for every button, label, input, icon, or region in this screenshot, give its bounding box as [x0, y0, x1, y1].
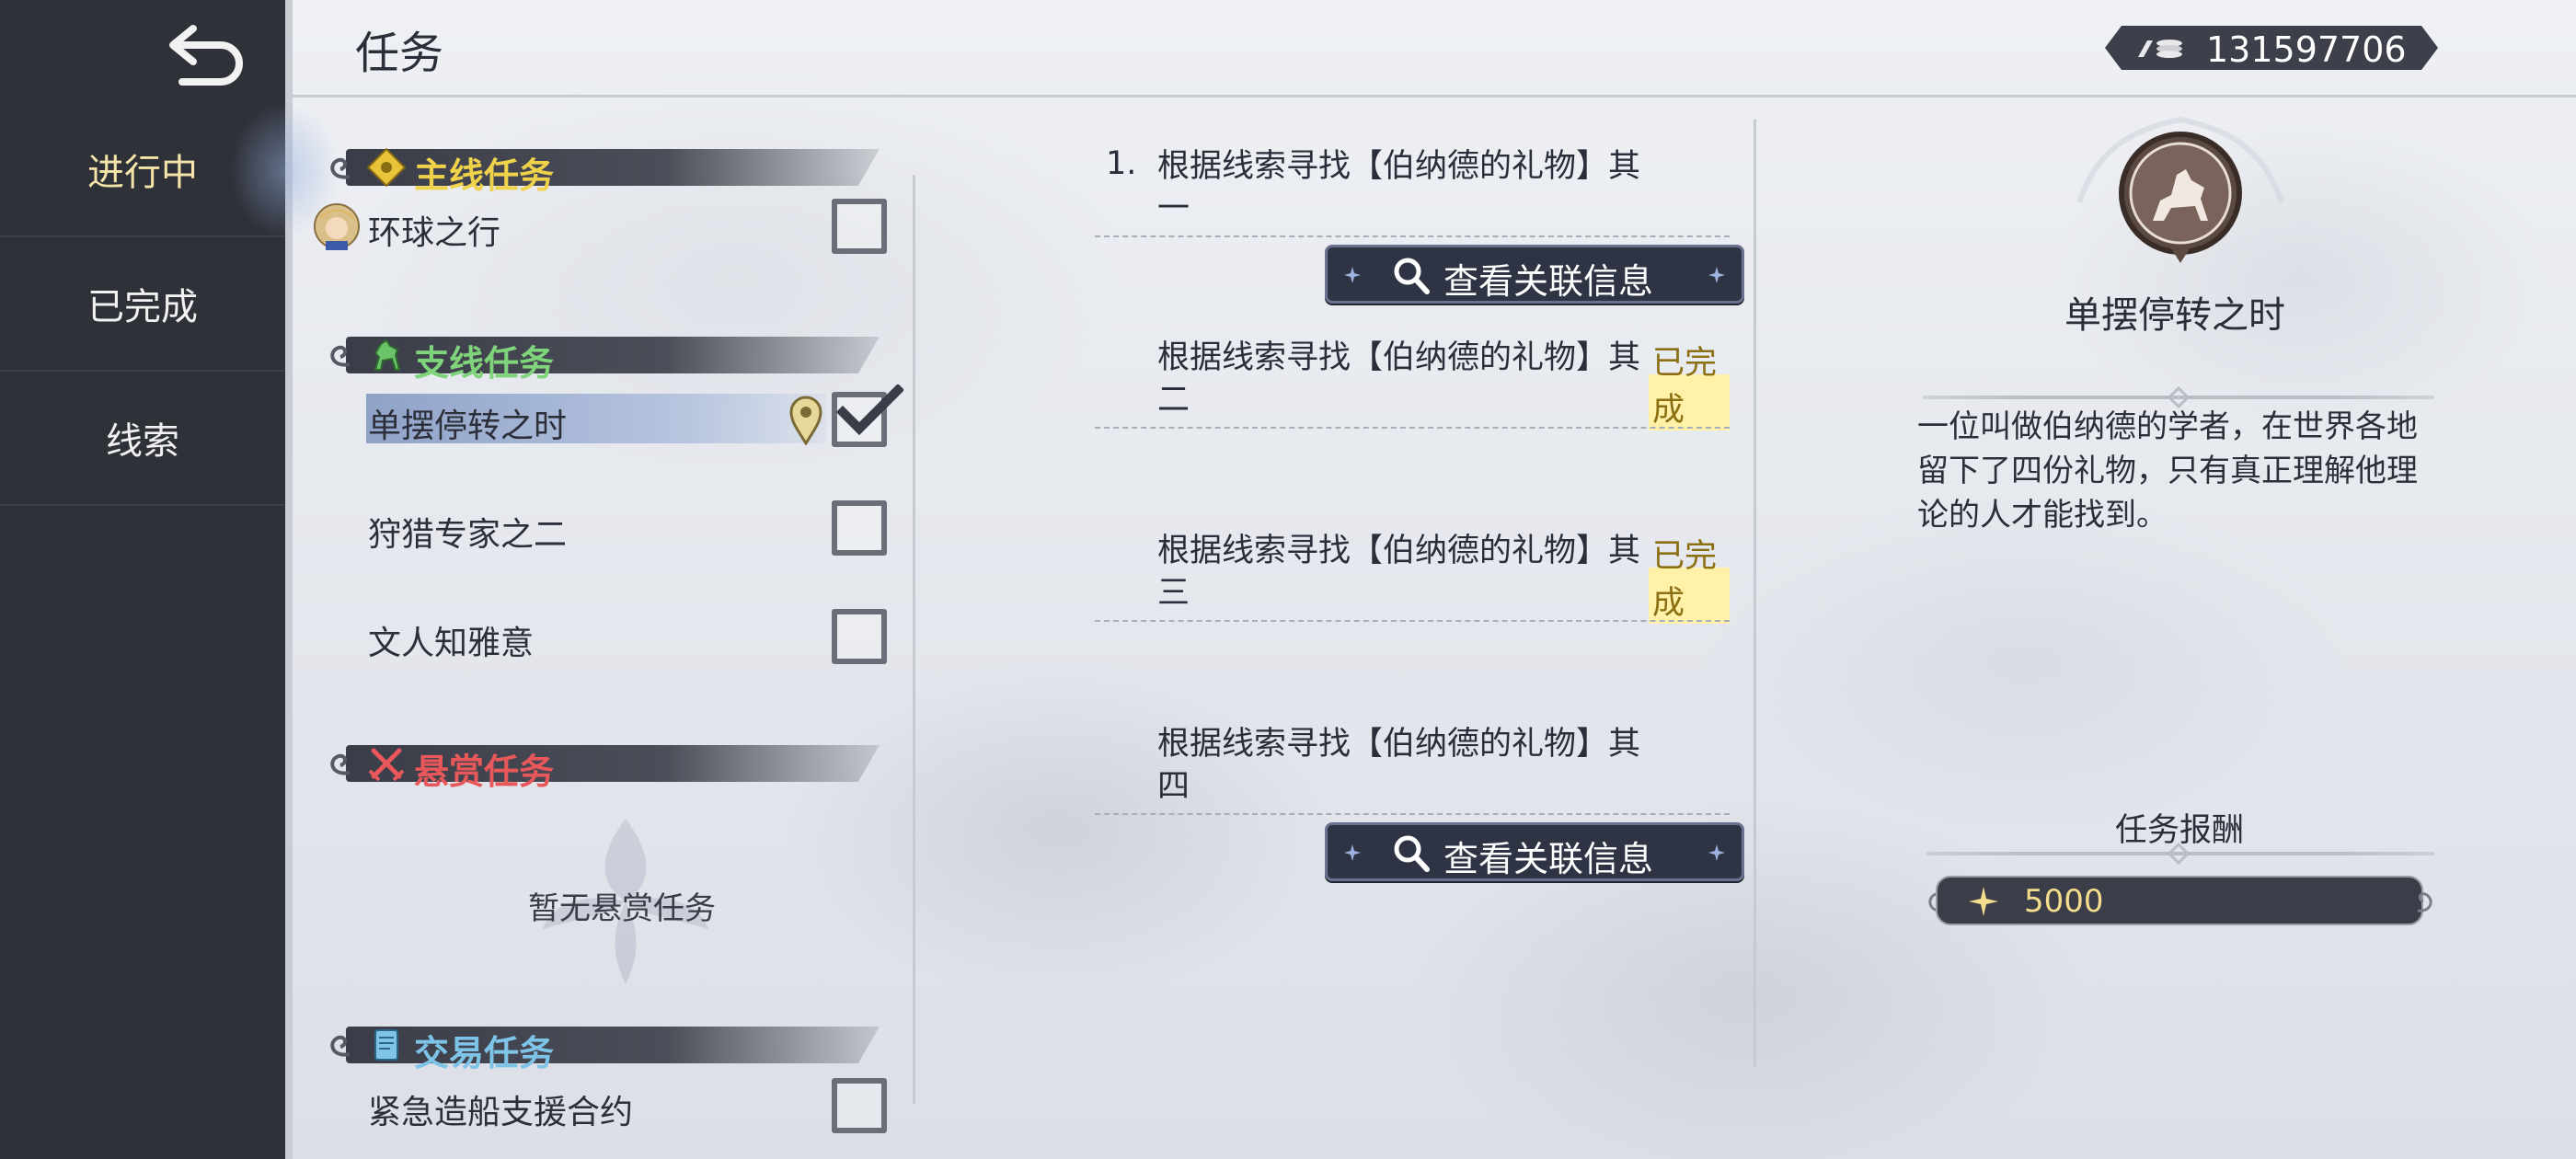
quest-checkbox[interactable]: [832, 1078, 887, 1133]
magnifier-icon: [1394, 835, 1430, 872]
completed-badge: 已完成: [1649, 337, 1730, 430]
sparkle-icon: [1708, 267, 1725, 283]
location-pin-icon[interactable]: [788, 394, 824, 445]
objective-line: 二: [1157, 382, 1190, 419]
currency-display: 131597706: [2105, 26, 2438, 70]
dashed-divider: [1095, 427, 1730, 429]
back-arrow-icon: [169, 25, 243, 86]
coin-stack-icon: [2134, 35, 2190, 63]
column-divider: [1754, 120, 1756, 1067]
sparkle-icon: [1344, 267, 1361, 283]
nav-tab-in-progress[interactable]: 进行中: [0, 103, 285, 237]
quest-checkbox[interactable]: [832, 500, 887, 556]
nav-tab-label: 线索: [106, 420, 179, 463]
sparkle-icon: [1344, 844, 1361, 861]
quest-checkbox[interactable]: [832, 199, 887, 254]
objective-text: 根据线索寻找【伯纳德的礼物】其 四: [1157, 723, 1673, 808]
section-header-bounty: 悬赏任务: [322, 740, 892, 792]
character-avatar-icon: [314, 203, 360, 250]
column-divider: [913, 175, 915, 1104]
objective-text: 根据线索寻找【伯纳德的礼物】其 三: [1157, 530, 1673, 614]
quest-item[interactable]: 紧急造船支援合约: [368, 1078, 911, 1133]
quest-label: 狩猎专家之二: [368, 516, 568, 554]
dashed-divider: [1095, 813, 1730, 815]
view-related-info-button[interactable]: 查看关联信息: [1325, 245, 1744, 304]
section-header-main: 主线任务: [322, 143, 892, 196]
main-quest-icon: [366, 147, 407, 188]
button-label: 查看关联信息: [1443, 261, 1654, 302]
quest-label: 环球之行: [368, 214, 501, 252]
nav-tab-clues[interactable]: 线索: [0, 372, 285, 506]
section-label: 主线任务: [414, 155, 555, 196]
dashed-divider: [1095, 620, 1730, 622]
checkmark-icon: [835, 384, 903, 436]
nav-tab-completed[interactable]: 已完成: [0, 237, 285, 372]
section-header-trade: 交易任务: [322, 1021, 892, 1073]
sparkle-icon: [1969, 887, 1998, 916]
objective-line: 一: [1157, 190, 1190, 227]
nav-tab-label: 进行中: [87, 152, 198, 194]
view-related-info-button[interactable]: 查看关联信息: [1325, 822, 1744, 881]
objective-line: 根据线索寻找【伯纳德的礼物】其: [1157, 339, 1641, 376]
scroll-curl-icon: [2417, 892, 2432, 912]
magnifier-icon: [1394, 258, 1430, 294]
reward-bar: 5000: [1936, 876, 2423, 925]
objective-line: 根据线索寻找【伯纳德的礼物】其: [1157, 533, 1641, 569]
section-label: 悬赏任务: [414, 752, 555, 792]
back-button[interactable]: [156, 13, 258, 96]
quest-item[interactable]: 狩猎专家之二: [368, 500, 911, 556]
objective-number: 1.: [1106, 145, 1137, 182]
section-header-side: 支线任务: [322, 331, 892, 384]
objective-line: 三: [1157, 575, 1190, 612]
section-label: 支线任务: [414, 343, 555, 384]
quest-label: 紧急造船支援合约: [368, 1094, 634, 1131]
completed-badge: 已完成: [1649, 530, 1730, 624]
scroll-curl-icon: [330, 1035, 351, 1057]
sidebar-nav: 进行中 已完成 线索: [0, 0, 340, 1159]
objective-line: 四: [1157, 768, 1190, 805]
page-title: 任务: [355, 28, 444, 79]
objective-text: 根据线索寻找【伯纳德的礼物】其 一: [1157, 145, 1673, 230]
dashed-divider: [1095, 235, 1730, 237]
objective-text: 根据线索寻找【伯纳德的礼物】其 二: [1157, 337, 1673, 421]
currency-value: 131597706: [2206, 29, 2407, 70]
quest-item[interactable]: 文人知雅意: [368, 609, 911, 664]
button-label: 查看关联信息: [1443, 839, 1654, 879]
horse-icon: [374, 339, 401, 371]
scroll-curl-icon: [330, 753, 351, 775]
quest-item-selected[interactable]: 单摆停转之时: [366, 384, 911, 447]
section-label: 交易任务: [414, 1033, 555, 1073]
scroll-icon: [374, 1029, 398, 1061]
quest-label: 单摆停转之时: [368, 407, 568, 445]
quest-checkbox[interactable]: [832, 609, 887, 664]
quest-label: 文人知雅意: [368, 625, 535, 662]
sparkle-icon: [1708, 844, 1725, 861]
quest-item[interactable]: 环球之行: [314, 199, 911, 254]
objective-line: 根据线索寻找【伯纳德的礼物】其: [1157, 726, 1641, 763]
ornament-knot-icon: [2168, 843, 2190, 865]
quest-description: 一位叫做伯纳德的学者，在世界各地留下了四份礼物，只有真正理解他理论的人才能找到。: [1917, 408, 2418, 534]
scroll-curl-icon: [330, 345, 351, 367]
knight-emblem-icon: [2076, 116, 2284, 263]
crossed-swords-icon: [368, 748, 405, 782]
quest-detail-title: 单摆停转之时: [2064, 294, 2285, 337]
objective-line: 根据线索寻找【伯纳德的礼物】其: [1157, 148, 1641, 185]
empty-bounty-text: 暂无悬赏任务: [528, 890, 716, 927]
nav-tab-label: 已完成: [87, 286, 198, 328]
header: 任务 131597706: [293, 0, 2576, 98]
reward-value: 5000: [2024, 883, 2104, 920]
scroll-curl-icon: [330, 157, 351, 179]
